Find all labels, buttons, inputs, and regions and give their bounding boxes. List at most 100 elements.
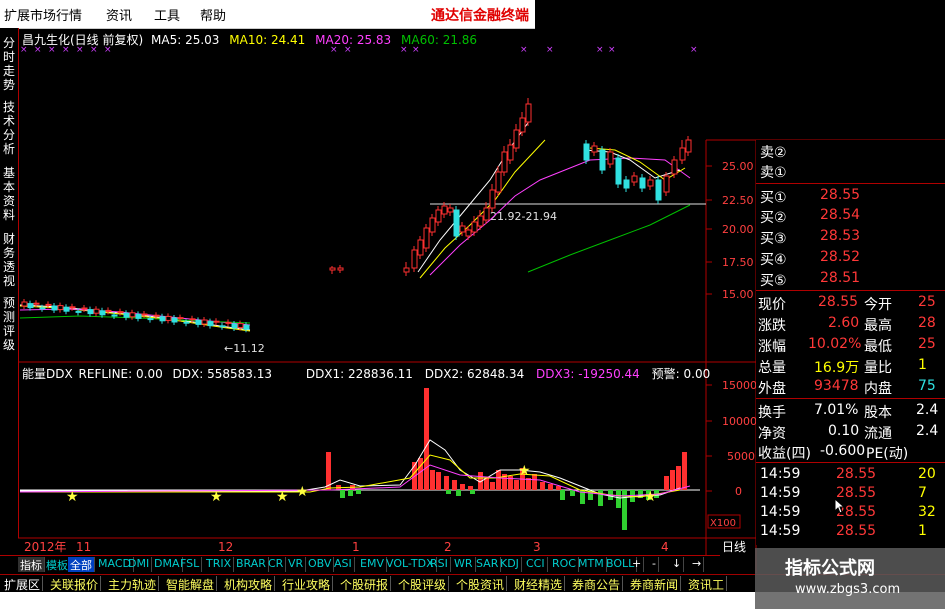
bid1-price: 28.55	[820, 187, 861, 203]
star-icon: ★	[210, 489, 223, 505]
bid3-label: 买③	[760, 231, 787, 247]
chart-nav-button[interactable]: →	[690, 557, 705, 572]
netasset-label: 净资	[758, 426, 786, 442]
ddx-bar-negative	[570, 490, 575, 496]
chart-nav-button[interactable]: -	[650, 557, 659, 572]
ddx-bar-negative	[616, 490, 621, 508]
candle	[513, 129, 520, 149]
bottom-tab[interactable]: 财经精选	[512, 576, 566, 592]
ddx-bar-negative	[356, 490, 361, 494]
bottom-tab[interactable]: 主力轨迹	[106, 576, 160, 592]
chart-nav-button[interactable]: +	[630, 557, 645, 572]
indicator-tab[interactable]: BRAR	[234, 557, 269, 572]
candle	[129, 312, 136, 318]
ddx-title: 能量DDX	[22, 367, 73, 381]
ddx-bar-positive	[418, 458, 423, 490]
candle	[237, 323, 244, 329]
chart-nav-button[interactable]: ↓	[670, 557, 685, 572]
indicator-tab[interactable]: EMV	[358, 557, 387, 572]
candle	[607, 151, 614, 165]
turnover-label: 换手	[758, 405, 786, 421]
ask2-label: 卖②	[760, 145, 787, 161]
candle	[489, 189, 496, 209]
ma60-value: MA60: 21.86	[401, 33, 478, 47]
indicator-tab[interactable]: CCI	[524, 557, 548, 572]
bid4-label: 买④	[760, 252, 787, 268]
candle	[225, 321, 232, 324]
candle	[69, 306, 76, 309]
candle	[75, 310, 82, 313]
indicator-tab[interactable]: DMI	[126, 557, 153, 572]
ma10-value: MA10: 24.41	[229, 33, 306, 47]
indicator-tab[interactable]: ASI	[332, 557, 355, 572]
bottom-tab[interactable]: 行业攻略	[280, 576, 334, 592]
watermark-title: 指标公式网	[785, 558, 875, 579]
tick-time: 14:59	[760, 466, 801, 482]
ask1-label: 卖①	[760, 165, 787, 181]
bottom-tab[interactable]: 个股资讯	[454, 576, 508, 592]
bid2-price: 28.54	[820, 207, 861, 223]
candle	[685, 139, 692, 153]
indicator-tab[interactable]: 全部	[68, 557, 95, 572]
signal-mark: ×	[520, 45, 528, 55]
date-mark-3: 3	[533, 540, 541, 554]
indicator-tab[interactable]: RSI	[428, 557, 451, 572]
bottom-tab[interactable]: 资讯工	[686, 576, 728, 592]
candle	[231, 323, 238, 329]
candle	[679, 147, 686, 161]
pct-value: 10.02%	[808, 336, 862, 352]
price-tick-22.5: 22.50	[722, 194, 754, 207]
candle	[663, 175, 670, 193]
indicator-tab[interactable]: FSL	[178, 557, 203, 572]
indicator-tab[interactable]: OBV	[306, 557, 335, 572]
date-mark-4: 4	[661, 540, 669, 554]
candle	[195, 319, 202, 325]
bottom-tab[interactable]: 扩展区	[2, 576, 44, 592]
float-label: 流通	[864, 426, 892, 442]
outer-label: 外盘	[758, 381, 786, 397]
ddx-bar-positive	[444, 476, 449, 490]
bottom-tab[interactable]: 机构攻略	[222, 576, 276, 592]
ddx-tick-10000: 10000	[722, 415, 757, 428]
candle	[123, 312, 130, 318]
ddx-bar-positive	[452, 480, 457, 490]
ddx-tick-15000: 15000	[722, 379, 757, 392]
bottom-tab[interactable]: 关联报价	[48, 576, 102, 592]
bottom-tab[interactable]: 个股研报	[338, 576, 392, 592]
watermark: 指标公式网 www.zbgs3.com	[755, 548, 945, 609]
indicator-tab[interactable]: KDJ	[498, 557, 522, 572]
indicator-tab[interactable]: 模板	[44, 557, 71, 572]
candle	[403, 267, 410, 273]
indicator-tab[interactable]: MTM	[576, 557, 607, 572]
candle	[57, 305, 64, 311]
bottom-tab[interactable]: 券商公告	[570, 576, 624, 592]
range-label: 21.92-21.94	[490, 210, 557, 223]
divider	[756, 183, 945, 184]
signal-mark: ×	[596, 45, 604, 55]
ddx-bar-positive	[490, 482, 495, 490]
indicator-tab[interactable]: TRIX	[204, 557, 235, 572]
ma5-value: MA5: 25.03	[151, 33, 220, 47]
indicator-tab[interactable]: ROC	[550, 557, 579, 572]
bottom-tab[interactable]: 券商新闻	[628, 576, 682, 592]
candle	[165, 315, 172, 321]
shares-value: 2.4	[916, 402, 939, 418]
indicator-tab[interactable]: VR	[286, 557, 307, 572]
period-label[interactable]: 日线	[722, 540, 746, 554]
indicator-tab[interactable]: 指标	[18, 557, 45, 572]
ddx-tick-0: 0	[735, 485, 742, 498]
tick-time: 14:59	[760, 504, 801, 520]
ddx-bar-positive	[532, 474, 537, 490]
tick-volume: 1	[918, 523, 927, 539]
indicator-tab[interactable]: WR	[452, 557, 476, 572]
candle	[639, 177, 646, 189]
bottom-tab[interactable]: 个股评级	[396, 576, 450, 592]
candle	[87, 309, 94, 315]
indicator-tab[interactable]: CR	[266, 557, 287, 572]
bottom-tab[interactable]: 智能解盘	[164, 576, 218, 592]
candle	[519, 117, 526, 133]
bid5-price: 28.51	[820, 270, 861, 286]
open-label: 今开	[864, 297, 892, 313]
low-value: 25	[918, 336, 936, 352]
tick-volume: 7	[918, 485, 927, 501]
